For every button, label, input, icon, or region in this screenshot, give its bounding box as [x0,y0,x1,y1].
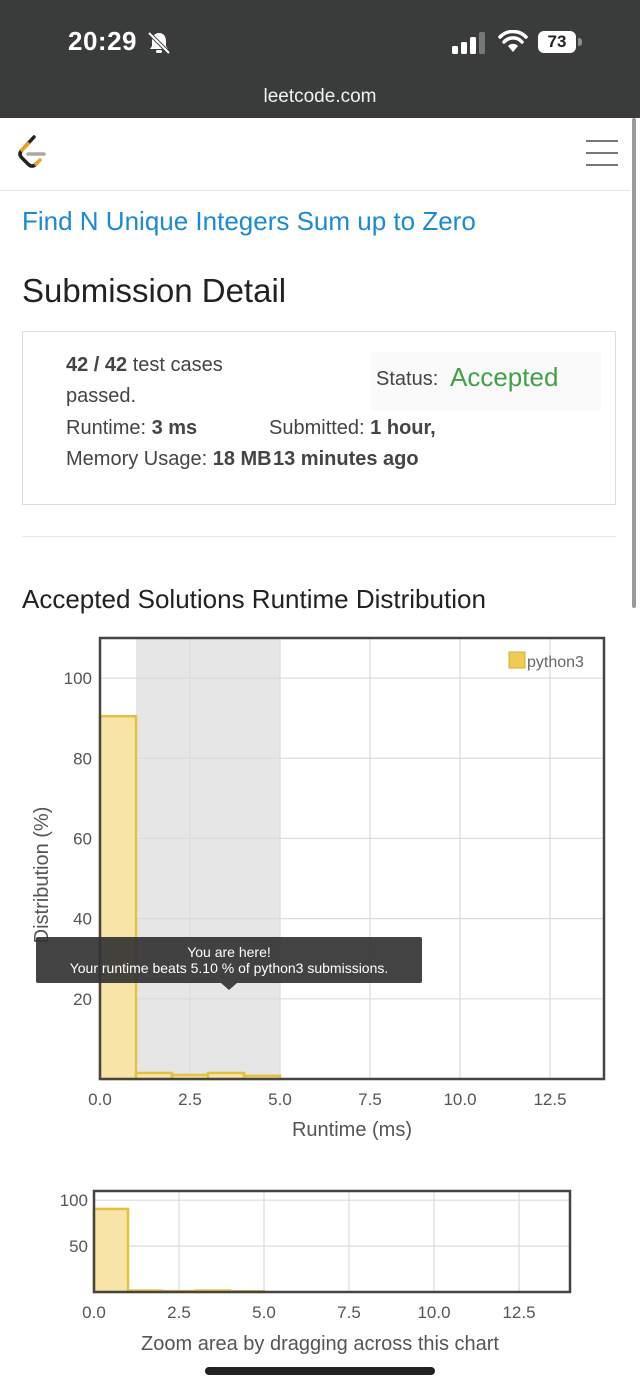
divider [22,536,616,537]
x-tick-label: 12.5 [533,1090,566,1109]
zoom-caption: Zoom area by dragging across this chart [141,1333,499,1355]
x-axis-label: Runtime (ms) [292,1119,412,1141]
page-title: Submission Detail [22,272,287,309]
x-tick-label: 5.0 [252,1303,276,1322]
submitted-text-2: 13 minutes ago [273,448,419,470]
battery-level: 73 [538,31,576,53]
memory-text: Memory Usage: 18 MB [66,448,272,470]
problem-title-link[interactable]: Find N Unique Integers Sum up to Zero [22,206,476,237]
selected-range-highlight [136,638,280,1079]
battery-icon: 73 [538,31,584,53]
zoom-overview-chart[interactable]: 50 100 0.0 2.5 5.0 7.5 10.0 12.5 Zoom area by … [0,1185,640,1360]
legend-swatch [508,651,526,669]
x-tick-label: 0.0 [82,1303,106,1322]
y-tick-label: 100 [64,669,92,688]
x-tick-label: 2.5 [167,1303,191,1322]
y-tick-label: 40 [73,910,92,929]
x-tick-label: 12.5 [502,1303,535,1322]
legend-python3: python3 [527,654,584,671]
x-tick-label: 2.5 [178,1090,202,1109]
passed-text: passed. [66,385,137,407]
page-scrollbar[interactable] [632,118,636,608]
home-indicator [205,1367,435,1375]
submitted-text: Submitted: 1 hour, [269,417,436,439]
zoom-chart-frame [92,1189,572,1294]
runtime-distribution-chart[interactable]: 20 40 60 80 100 0.0 2.5 5.0 7.5 10.0 12.5 Runtime… [0,630,640,1150]
runtime-text: Runtime: 3 ms [66,417,198,439]
hamburger-menu-icon[interactable] [586,140,618,166]
x-tick-label: 0.0 [88,1090,112,1109]
y-tick-label: 60 [73,829,92,848]
submission-detail-box: 42 / 42 test cases passed. Runtime: 3 ms… [22,331,616,505]
y-tick-label: 80 [73,749,92,768]
legend[interactable]: python3 [508,651,584,671]
status-time: 20:29 [68,26,137,56]
top-nav [0,118,630,191]
status-accepted[interactable]: Accepted [450,362,558,393]
bell-slash-icon [147,31,171,55]
x-tick-label: 10.0 [417,1303,450,1322]
x-tick-label: 7.5 [358,1090,382,1109]
status-block: Status: Accepted [371,352,601,410]
wifi-icon [498,30,528,52]
x-tick-label: 5.0 [268,1090,292,1109]
x-tick-label: 7.5 [337,1303,361,1322]
tooltip-line-2: Your runtime beats 5.10 % of python3 sub… [70,960,389,976]
status-label: Status: [376,368,439,390]
histogram-bar[interactable] [92,1207,130,1294]
y-axis-label: Distribution (%) [31,807,53,944]
y-tick-label: 100 [60,1191,88,1210]
status-bar: 20:29 73 leetcode.com [0,0,640,118]
y-tick-label: 50 [69,1237,88,1256]
y-tick-label: 20 [73,990,92,1009]
histogram-bar[interactable] [98,714,138,1081]
url-bar[interactable]: leetcode.com [0,86,640,108]
tooltip-line-1: You are here! [187,944,271,960]
test-cases-text: 42 / 42 test cases [66,354,223,376]
distribution-title: Accepted Solutions Runtime Distribution [22,584,486,614]
x-tick-label: 10.0 [443,1090,476,1109]
cellular-signal-icon [452,32,485,54]
leetcode-logo[interactable] [14,134,48,172]
runtime-tooltip: You are here! Your runtime beats 5.10 % … [36,937,422,990]
